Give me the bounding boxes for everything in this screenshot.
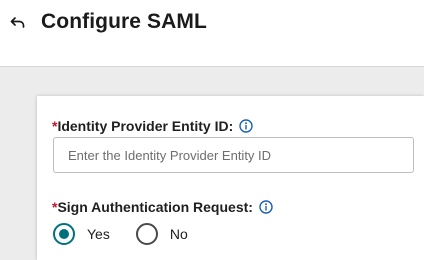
back-arrow-icon bbox=[10, 17, 25, 28]
info-icon[interactable] bbox=[239, 119, 253, 133]
radio-label-no: No bbox=[169, 226, 188, 242]
radio-button-unselected[interactable] bbox=[135, 223, 158, 245]
radio-option-yes[interactable]: Yes bbox=[53, 223, 110, 245]
entity-id-input[interactable] bbox=[53, 137, 414, 173]
radio-option-no[interactable]: No bbox=[135, 223, 188, 245]
sign-request-radio-group: Yes No bbox=[53, 223, 214, 245]
back-button[interactable] bbox=[8, 13, 28, 33]
entity-id-label-text: Identity Provider Entity ID: bbox=[57, 118, 234, 134]
sign-request-label: * Sign Authentication Request: bbox=[52, 199, 273, 215]
entity-id-label: * Identity Provider Entity ID: bbox=[52, 118, 253, 134]
info-icon[interactable] bbox=[259, 200, 273, 214]
saml-config-card: * Identity Provider Entity ID: * Sign Au… bbox=[37, 96, 424, 260]
page-title: Configure SAML bbox=[41, 10, 207, 33]
radio-label-yes: Yes bbox=[87, 226, 110, 242]
page-header: Configure SAML bbox=[0, 0, 424, 67]
sign-request-label-text: Sign Authentication Request: bbox=[57, 199, 253, 215]
radio-button-selected[interactable] bbox=[53, 223, 75, 245]
